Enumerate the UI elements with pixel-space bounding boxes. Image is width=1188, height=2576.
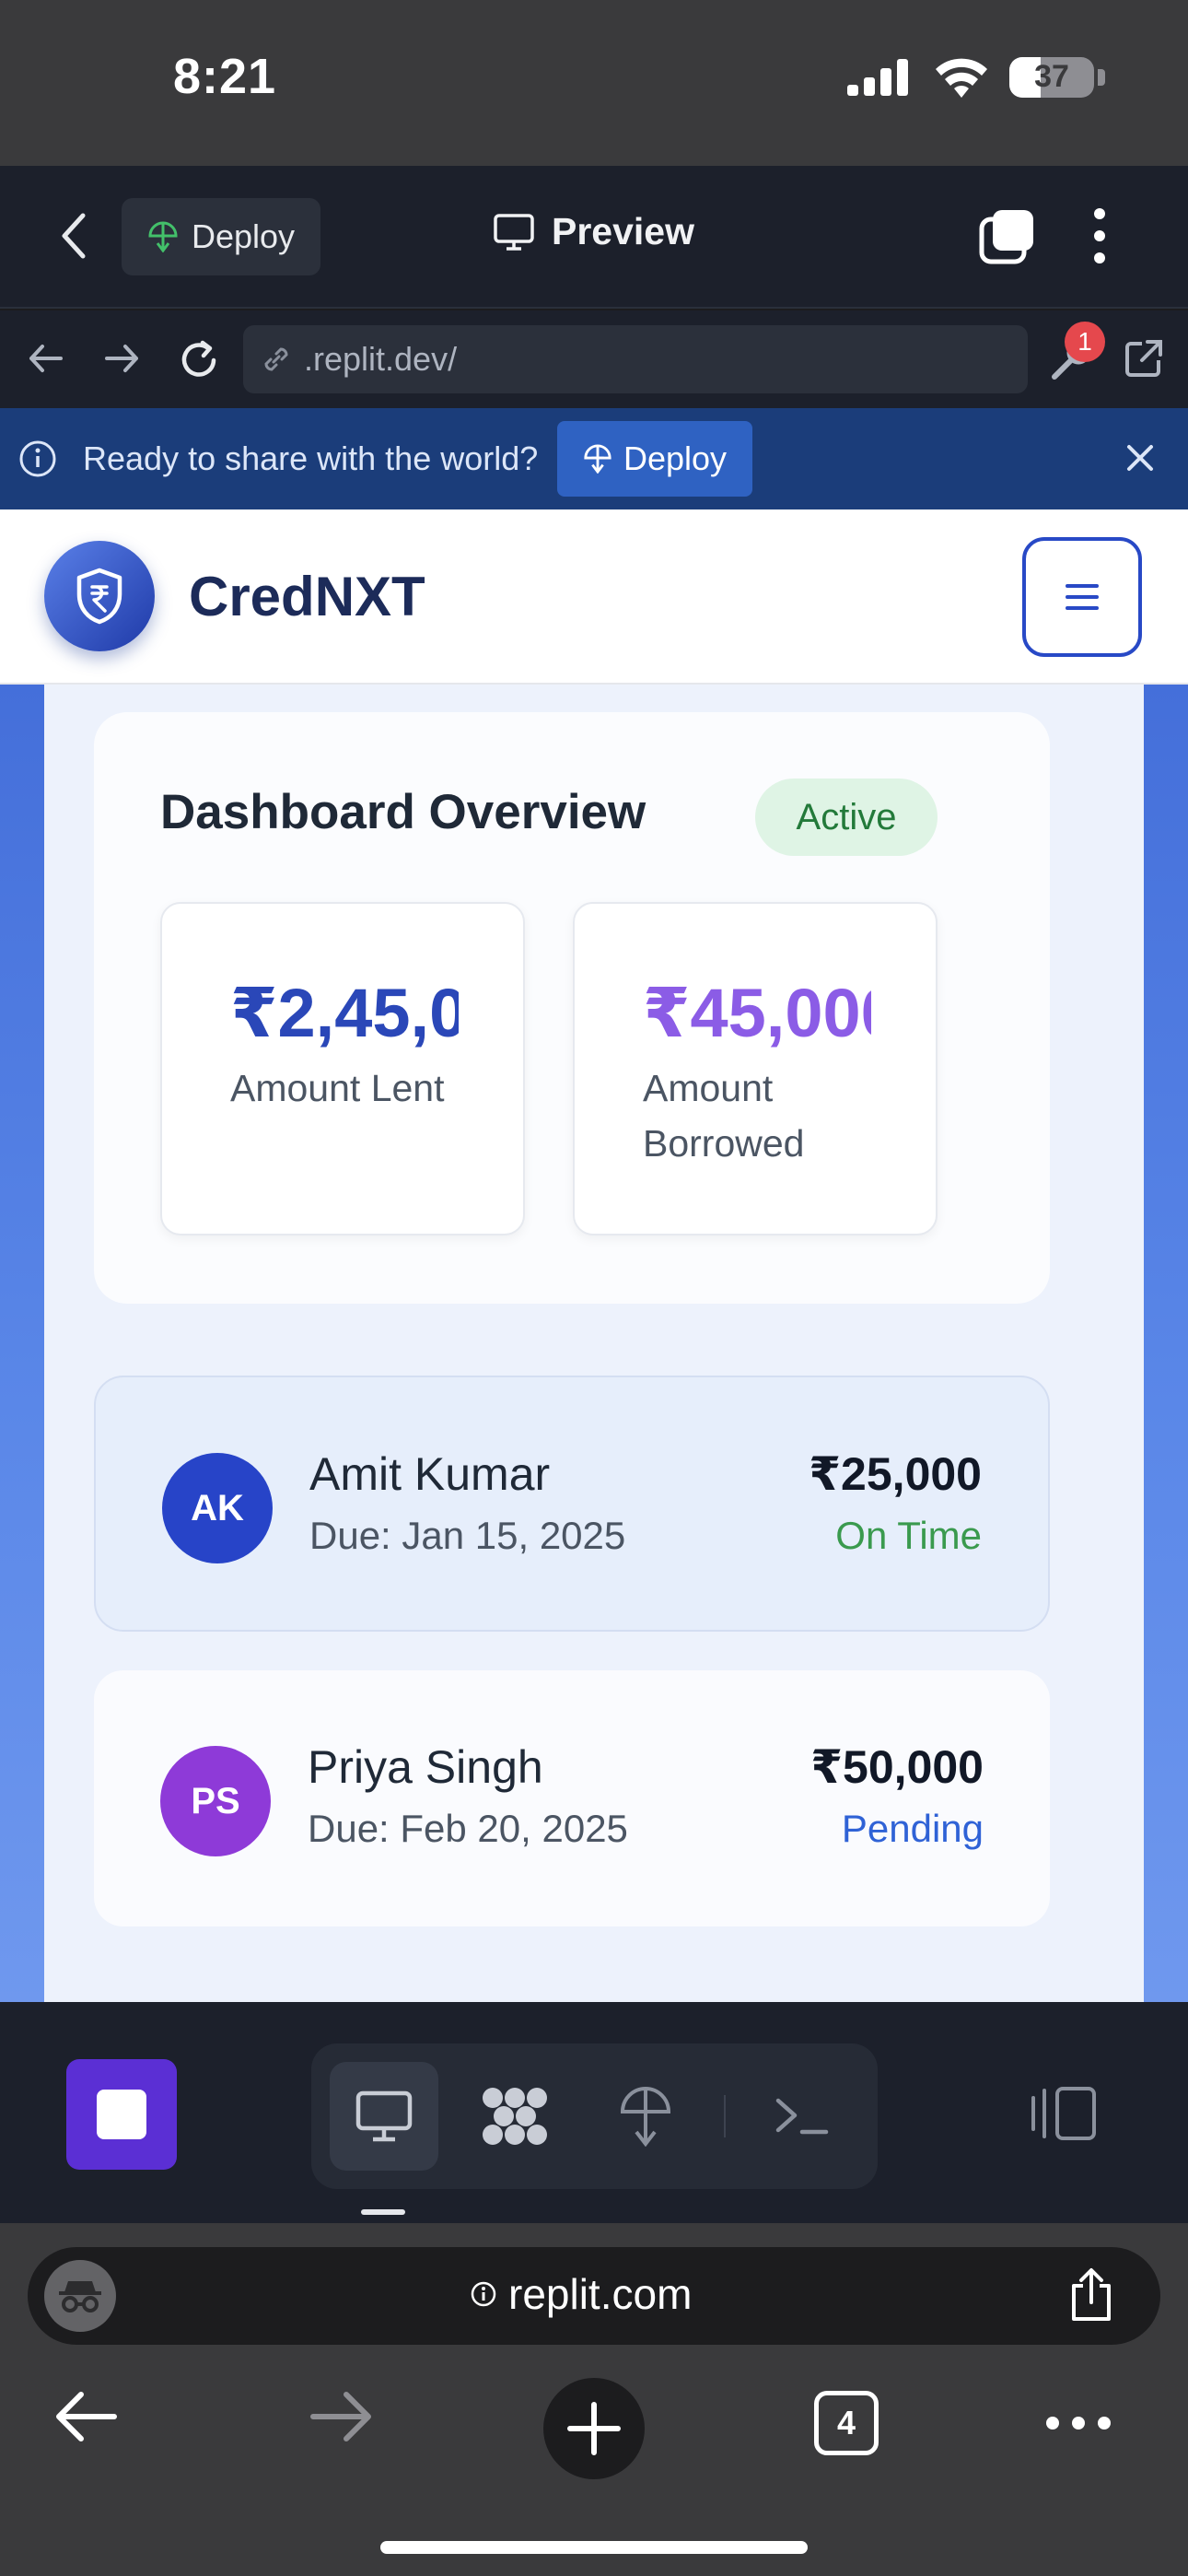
more-horizontal-icon[interactable]: [1046, 2417, 1111, 2430]
battery-cap: [1098, 69, 1105, 86]
hamburger-menu-button[interactable]: [1022, 537, 1142, 657]
url-toolbar: .replit.dev/ 1: [0, 310, 1188, 408]
wifi-icon: [934, 57, 989, 98]
info-icon: [18, 439, 57, 478]
screen: 8:21 37 Deploy Preview .replit.dev/ 1 Re…: [0, 0, 1188, 2576]
share-icon[interactable]: [1066, 2267, 1116, 2323]
loan-due-date: Due: Feb 20, 2025: [308, 1807, 628, 1850]
safari-address-bar[interactable]: replit.com: [28, 2247, 1160, 2345]
safari-domain: replit.com: [508, 2270, 693, 2318]
loan-amount: ₹25,000: [809, 1448, 982, 1500]
replit-header: Deploy Preview: [0, 166, 1188, 309]
safari-back-icon[interactable]: [53, 2389, 120, 2444]
loan-status: Pending: [841, 1807, 984, 1850]
deploy-icon: [147, 221, 179, 252]
deploy-tool-button[interactable]: [591, 2062, 700, 2171]
app-viewport: CredNXT Dashboard Overview Active ₹2,45,…: [0, 509, 1188, 2002]
avatar: PS: [160, 1746, 271, 1856]
preview-tool-button[interactable]: [330, 2062, 438, 2171]
new-tab-button[interactable]: [543, 2378, 645, 2479]
reload-icon[interactable]: [177, 338, 221, 382]
loan-item[interactable]: AK Amit Kumar Due: Jan 15, 2025 ₹25,000 …: [94, 1376, 1050, 1632]
nav-forward-icon[interactable]: [101, 338, 142, 379]
loan-due-date: Due: Jan 15, 2025: [309, 1514, 626, 1557]
banner-message: Ready to share with the world?: [83, 439, 539, 477]
external-link-icon[interactable]: [1122, 336, 1166, 381]
status-bar: 8:21 37: [0, 0, 1188, 166]
deploy-banner: Ready to share with the world? Deploy: [0, 408, 1188, 509]
safari-toolbar: replit.com 4: [0, 2223, 1188, 2576]
monitor-icon: [493, 213, 535, 252]
active-tab-indicator: [361, 2209, 405, 2215]
battery-icon: 37: [1009, 57, 1094, 98]
more-vertical-icon[interactable]: [1090, 206, 1109, 265]
dashboard-overview-card: Dashboard Overview Active ₹2,45,000 Amou…: [94, 712, 1050, 1304]
overview-title: Dashboard Overview: [160, 785, 646, 839]
deploy-icon: [583, 444, 612, 474]
preview-label: Preview: [552, 210, 694, 252]
loan-item[interactable]: PS Priya Singh Due: Feb 20, 2025 ₹50,000…: [94, 1670, 1050, 1926]
preview-tab[interactable]: Preview: [493, 210, 694, 253]
url-text: .replit.dev/: [304, 340, 458, 378]
status-badge: Active: [755, 779, 938, 856]
info-icon: [470, 2280, 497, 2308]
stop-icon: [97, 2090, 146, 2139]
tabs-icon[interactable]: [978, 206, 1037, 265]
stat-card-amount-borrowed[interactable]: ₹45,000 Amount Borrowed: [573, 902, 938, 1235]
link-icon: [258, 341, 295, 378]
stat-value: ₹2,45,000: [230, 975, 459, 1051]
stat-card-amount-lent[interactable]: ₹2,45,000 Amount Lent: [160, 902, 525, 1235]
toolbar-divider: [724, 2095, 726, 2137]
loan-name: Priya Singh: [308, 1741, 543, 1793]
status-time: 8:21: [173, 49, 277, 104]
menu-icon: [1064, 581, 1101, 613]
stat-label: Amount Lent: [230, 1067, 445, 1109]
banner-deploy-label: Deploy: [623, 439, 728, 477]
status-icons: 37: [847, 57, 1105, 98]
loan-status: On Time: [835, 1514, 982, 1557]
avatar: AK: [162, 1453, 273, 1563]
tool-switcher: [311, 2043, 878, 2189]
stop-button[interactable]: [66, 2059, 177, 2170]
deploy-icon: [618, 2086, 673, 2147]
loan-name: Amit Kumar: [309, 1448, 551, 1500]
notification-badge: 1: [1065, 322, 1105, 362]
safari-forward-icon[interactable]: [308, 2389, 374, 2444]
safari-url[interactable]: replit.com: [470, 2269, 692, 2319]
banner-deploy-button[interactable]: Deploy: [557, 421, 753, 497]
console-tool-button[interactable]: [748, 2062, 856, 2171]
shield-rupee-logo[interactable]: [44, 541, 155, 651]
layout-toggle-icon[interactable]: [1030, 2085, 1100, 2142]
grid-blob-icon: [480, 2085, 550, 2148]
terminal-icon: [775, 2095, 830, 2137]
replit-bottom-toolbar: [0, 2002, 1188, 2223]
plus-icon: [566, 2401, 622, 2456]
back-button[interactable]: [55, 210, 92, 262]
monitor-icon: [355, 2090, 413, 2143]
url-input[interactable]: .replit.dev/: [243, 325, 1028, 393]
brand-name[interactable]: CredNXT: [189, 565, 425, 628]
stat-label: Amount Borrowed: [643, 1067, 805, 1165]
home-indicator: [380, 2541, 808, 2554]
loan-amount: ₹50,000: [810, 1741, 984, 1793]
close-icon[interactable]: [1122, 439, 1159, 476]
signal-icon: [847, 59, 914, 96]
deploy-label: Deploy: [192, 217, 296, 255]
battery-level: 37: [1034, 59, 1069, 94]
workspace-tool-button[interactable]: [460, 2062, 569, 2171]
private-browsing-icon[interactable]: [44, 2260, 116, 2332]
deploy-button[interactable]: Deploy: [122, 198, 321, 275]
tab-count-button[interactable]: 4: [814, 2391, 879, 2455]
app-header: CredNXT: [0, 509, 1188, 685]
nav-back-icon[interactable]: [26, 338, 66, 379]
stat-value: ₹45,000: [643, 975, 871, 1051]
